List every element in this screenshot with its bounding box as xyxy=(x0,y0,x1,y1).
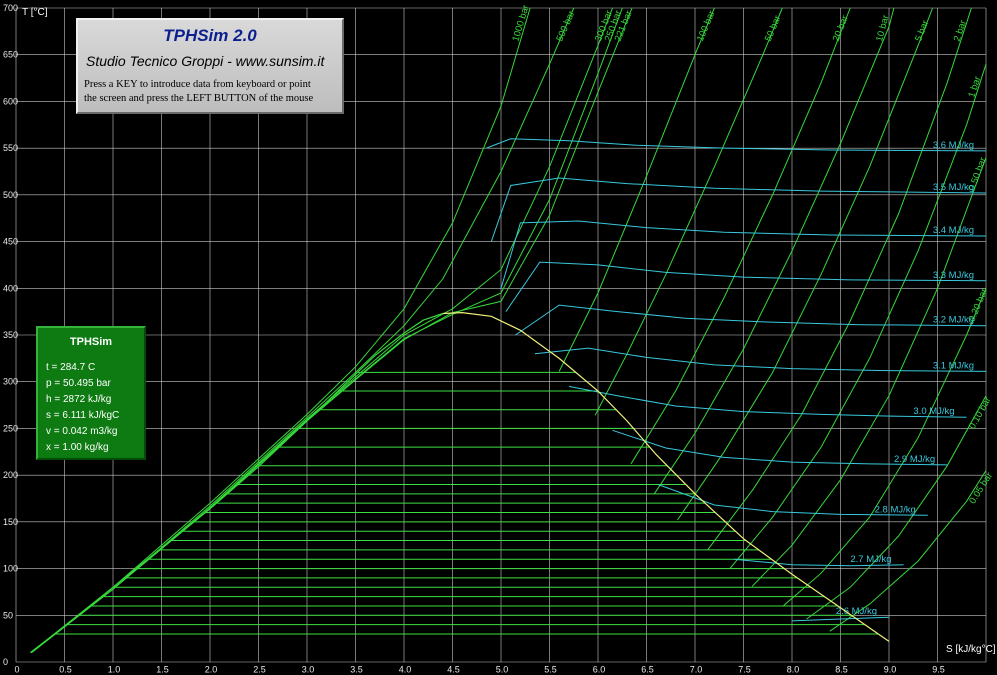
x-tick-label: 2.0 xyxy=(205,664,218,674)
x-tick-label: 9.5 xyxy=(932,664,945,674)
isenthalpic-label: 3.2 MJ/kg xyxy=(933,315,974,326)
instruction-line-1: Press a KEY to introduce data from keybo… xyxy=(84,79,311,90)
x-tick-label: 8.5 xyxy=(835,664,848,674)
isenthalpic-label: 3.4 MJ/kg xyxy=(933,225,974,236)
x-tick-label: 0.5 xyxy=(59,664,72,674)
title-panel: TPHSim 2.0 Studio Tecnico Groppi - www.s… xyxy=(76,18,344,114)
x-tick-label: 3.0 xyxy=(302,664,315,674)
x-tick-label: 6.0 xyxy=(593,664,606,674)
state-quality: x = 1.00 kg/kg xyxy=(46,442,109,453)
y-tick-label: 350 xyxy=(3,330,18,340)
state-enthalpy: h = 2872 kJ/kg xyxy=(46,394,112,405)
state-pressure: p = 50.495 bar xyxy=(46,378,111,389)
x-tick-label: 0 xyxy=(14,664,19,674)
x-tick-label: 7.5 xyxy=(738,664,751,674)
isenthalpic-label: 3.1 MJ/kg xyxy=(933,360,974,371)
y-tick-label: 400 xyxy=(3,283,18,293)
y-tick-label: 700 xyxy=(3,3,18,13)
instruction-line-2: the screen and press the LEFT BUTTON of … xyxy=(84,93,314,104)
y-tick-label: 550 xyxy=(3,143,18,153)
isenthalpic-label: 2.6 MJ/kg xyxy=(836,606,877,617)
x-tick-label: 6.5 xyxy=(641,664,654,674)
y-tick-label: 300 xyxy=(3,377,18,387)
state-volume: v = 0.042 m3/kg xyxy=(46,426,118,437)
x-tick-label: 4.5 xyxy=(447,664,460,674)
state-readout-panel: TPHSim t = 284.7 C p = 50.495 bar h = 28… xyxy=(36,326,146,460)
y-tick-label: 150 xyxy=(3,517,18,527)
y-tick-label: 650 xyxy=(3,50,18,60)
y-tick-label: 600 xyxy=(3,96,18,106)
isenthalpic-label: 2.8 MJ/kg xyxy=(875,504,916,515)
y-tick-label: 100 xyxy=(3,564,18,574)
y-tick-label: 450 xyxy=(3,237,18,247)
state-temperature: t = 284.7 C xyxy=(46,362,96,373)
x-tick-label: 1.5 xyxy=(156,664,169,674)
app-subtitle: Studio Tecnico Groppi - www.sunsim.it xyxy=(86,53,325,69)
x-tick-label: 8.0 xyxy=(787,664,800,674)
y-tick-label: 200 xyxy=(3,470,18,480)
state-panel-header: TPHSim xyxy=(69,336,113,348)
instruction-text: Press a KEY to introduce data from keybo… xyxy=(84,78,342,106)
y-tick-label: 500 xyxy=(3,190,18,200)
y-tick-label: 50 xyxy=(3,610,13,620)
isenthalpic-label: 3.5 MJ/kg xyxy=(933,182,974,193)
x-axis-label: S [kJ/kg°C] xyxy=(946,644,996,655)
x-tick-label: 2.5 xyxy=(253,664,266,674)
x-tick-label: 1.0 xyxy=(108,664,121,674)
isenthalpic-label: 3.3 MJ/kg xyxy=(933,270,974,281)
y-axis-label: T [°C] xyxy=(22,7,48,18)
x-tick-label: 7.0 xyxy=(690,664,703,674)
isenthalpic-label: 2.9 MJ/kg xyxy=(894,454,935,465)
y-tick-label: 0 xyxy=(3,657,8,667)
x-tick-label: 5.5 xyxy=(544,664,557,674)
app-title: TPHSim 2.0 xyxy=(163,26,257,45)
x-tick-label: 4.0 xyxy=(399,664,412,674)
isenthalpic-label: 3.0 MJ/kg xyxy=(913,406,954,417)
state-entropy: s = 6.111 kJ/kgC xyxy=(46,410,120,421)
x-tick-label: 5.0 xyxy=(496,664,509,674)
isenthalpic-label: 2.7 MJ/kg xyxy=(850,554,891,565)
x-tick-label: 3.5 xyxy=(350,664,363,674)
isenthalpic-label: 3.6 MJ/kg xyxy=(933,140,974,151)
x-tick-label: 9.0 xyxy=(884,664,897,674)
y-tick-label: 250 xyxy=(3,423,18,433)
